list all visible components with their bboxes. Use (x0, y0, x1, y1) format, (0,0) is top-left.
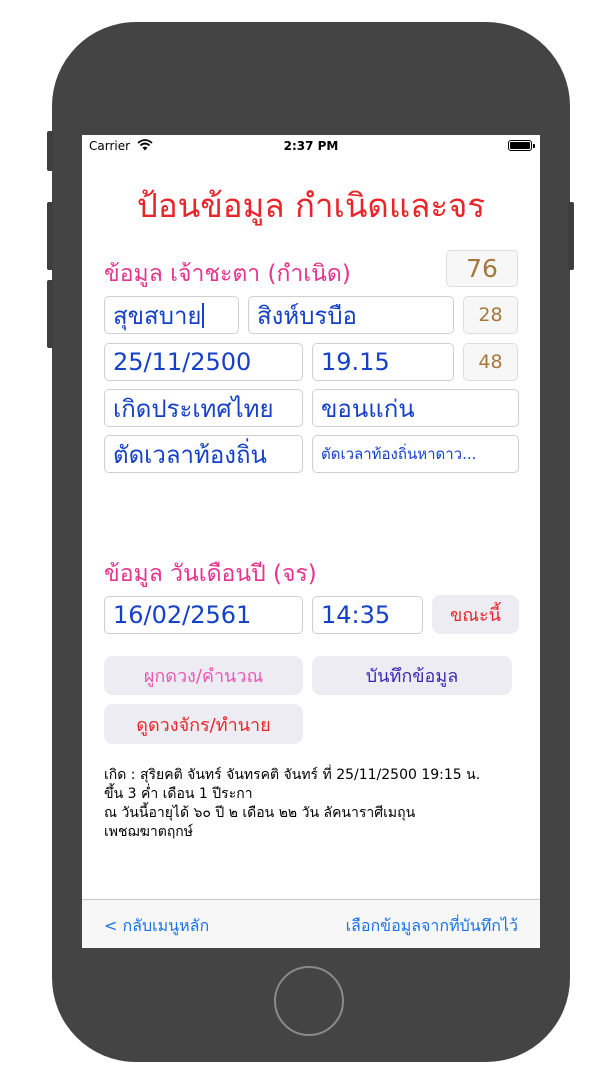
result-line: เกิด : สุริยคติ จันทร์ จันทรคติ จันทร์ ท… (104, 767, 481, 783)
predict-button[interactable]: ดูดวงจักร/ทำนาย (104, 704, 303, 744)
bottom-toolbar: < กลับเมนูหลัก เลือกข้อมูลจากที่บันทึกไว… (82, 899, 540, 948)
birth-date-input[interactable]: 25/11/2500 (104, 343, 303, 381)
birth-section-label: ข้อมูล เจ้าชะตา (กำเนิด) (104, 261, 351, 287)
first-name-input[interactable]: สุขสบาย (104, 296, 239, 334)
battery-icon (508, 140, 535, 151)
back-to-menu-link[interactable]: < กลับเมนูหลัก (104, 914, 209, 939)
transit-date-input[interactable]: 16/02/2561 (104, 596, 303, 634)
home-button[interactable] (274, 966, 344, 1036)
volume-down-button (47, 280, 53, 348)
date-number-badge: 48 (463, 343, 518, 381)
volume-up-button (47, 202, 53, 270)
local-time-detail-input[interactable]: ตัดเวลาท้องถิ่นหาดาว... (312, 435, 519, 473)
province-input[interactable]: ขอนแก่น (312, 389, 519, 427)
transit-time-input[interactable]: 14:35 (312, 596, 423, 634)
last-name-input[interactable]: สิงห์บรบือ (248, 296, 454, 334)
app-screen: Carrier 2:37 PM ป้อนข้อมูล กำเนิดและจร ข… (82, 135, 540, 948)
compute-chart-button[interactable]: ผูกดวง/คำนวณ (104, 656, 303, 695)
now-button[interactable]: ขณะนี้ (432, 595, 519, 634)
page-title: ป้อนข้อมูล กำเนิดและจร (136, 186, 486, 225)
result-line: ณ วันนี้อายุได้ ๖๐ ปี ๒ เดือน ๒๒ วัน ลัค… (104, 805, 416, 821)
local-time-option-input[interactable]: ตัดเวลาท้องถิ่น (104, 435, 303, 473)
country-input[interactable]: เกิดประเทศไทย (104, 389, 303, 427)
select-saved-data-link[interactable]: เลือกข้อมูลจากที่บันทึกไว้ (346, 914, 518, 939)
result-text: เกิด : สุริยคติ จันทร์ จันทรคติ จันทร์ ท… (104, 766, 524, 842)
save-data-button[interactable]: บันทึกข้อมูล (312, 656, 512, 695)
result-line: เพชฌฆาตฤกษ์ (104, 824, 194, 840)
name-number-badge: 28 (463, 296, 518, 334)
transit-section-label: ข้อมูล วันเดือนปี (จร) (104, 561, 317, 587)
text-cursor (202, 302, 205, 328)
result-line: ขึ้น 3 ค่ำ เดือน 1 ปีระกา (104, 786, 253, 802)
birth-number-badge: 76 (446, 250, 518, 287)
status-bar: Carrier 2:37 PM (82, 135, 540, 157)
power-button (568, 202, 574, 270)
mute-switch (47, 131, 53, 171)
birth-time-input[interactable]: 19.15 (312, 343, 454, 381)
status-time: 2:37 PM (283, 139, 339, 153)
